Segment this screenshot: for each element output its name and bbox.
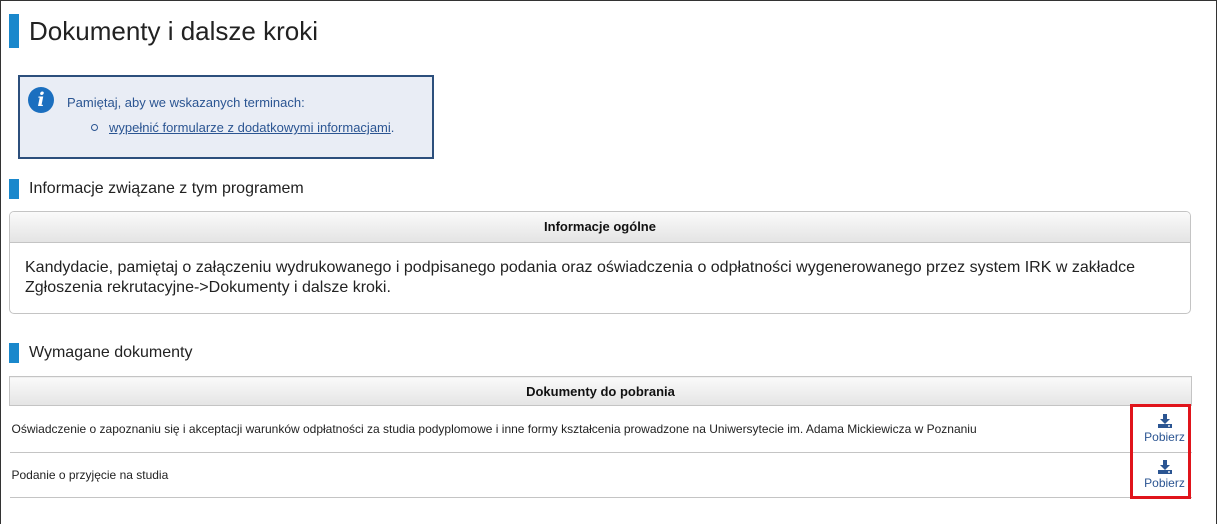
download-button[interactable]: Pobierz	[1144, 414, 1185, 444]
notice-list-item: wypełnić formularze z dodatkowymi inform…	[91, 120, 394, 135]
bullet-icon	[91, 124, 98, 132]
download-cell: Pobierz	[1137, 452, 1192, 498]
general-info-panel: Informacje ogólne Kandydacie, pamiętaj o…	[9, 211, 1191, 314]
link-suffix: .	[390, 120, 395, 135]
panel-text: Kandydacie, pamiętaj o załączeniu wydruk…	[25, 259, 1135, 296]
reminder-notice: i Pamiętaj, aby we wskazanych terminach:…	[18, 75, 434, 159]
table-header: Dokumenty do pobrania	[9, 376, 1192, 406]
download-icon	[1157, 460, 1172, 474]
download-label: Pobierz	[1144, 430, 1185, 444]
documents-table: Dokumenty do pobrania Oświadczenie o zap…	[9, 376, 1192, 498]
panel-header: Informacje ogólne	[10, 212, 1190, 243]
fill-forms-link[interactable]: wypełnić formularze z dodatkowymi inform…	[109, 120, 391, 135]
table-row: Podanie o przyjęcie na studia Pobierz	[9, 452, 1192, 498]
download-button[interactable]: Pobierz	[1144, 460, 1185, 490]
document-name: Podanie o przyjęcie na studia	[9, 452, 1138, 498]
download-icon	[1157, 414, 1172, 428]
notice-text: Pamiętaj, aby we wskazanych terminach:	[67, 95, 305, 110]
info-icon: i	[28, 87, 54, 113]
program-info-section-title: Informacje związane z tym programem	[9, 179, 304, 199]
download-cell: Pobierz	[1137, 405, 1192, 453]
page-title: Dokumenty i dalsze kroki	[9, 14, 318, 48]
document-name: Oświadczenie o zapoznaniu się i akceptac…	[9, 405, 1138, 453]
download-label: Pobierz	[1144, 476, 1185, 490]
table-row: Oświadczenie o zapoznaniu się i akceptac…	[9, 405, 1192, 453]
required-docs-section-title: Wymagane dokumenty	[9, 343, 193, 363]
